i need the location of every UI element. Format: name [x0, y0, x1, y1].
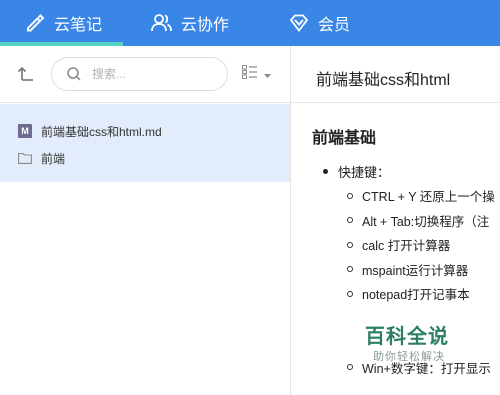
watermark-title: 百科全说 — [365, 326, 449, 348]
list-marker — [347, 266, 353, 272]
search-icon — [66, 66, 82, 82]
tab-collaborate[interactable]: 云协作 — [151, 0, 229, 46]
divider — [292, 102, 500, 103]
tab-notes[interactable]: 云笔记 — [24, 0, 102, 46]
back-up-icon[interactable] — [16, 64, 36, 84]
file-folder-row: 前端 — [18, 149, 290, 167]
list-item: calc 打开计算器 — [347, 236, 500, 254]
tab-collaborate-label: 云协作 — [181, 17, 230, 34]
bullet-item: 快捷键： — [312, 162, 500, 180]
folder-icon — [18, 152, 32, 164]
list-marker — [347, 241, 353, 248]
list-item: mspaint运行计算器 — [347, 260, 500, 278]
sidebar-toolbar — [0, 46, 290, 103]
tab-membership[interactable]: 会员 — [288, 0, 350, 46]
file-list: M 前端基础css和html.md 前端 — [0, 104, 290, 182]
search-input[interactable] — [92, 67, 212, 81]
diamond-icon — [288, 12, 310, 34]
file-name-row: M 前端基础css和html.md — [18, 122, 290, 140]
list-marker — [347, 192, 353, 199]
list-marker — [347, 340, 353, 346]
list-marker — [347, 217, 353, 223]
notes-sidebar: M 前端基础css和html.md 前端 — [0, 46, 291, 395]
list-item-text: mspaint运行计算器 — [362, 263, 469, 278]
list-marker — [347, 290, 353, 297]
chevron-down-icon — [264, 66, 271, 84]
list-marker — [347, 364, 353, 370]
markdown-icon: M — [18, 124, 32, 138]
document-title[interactable]: 前端基础css和html — [316, 66, 450, 90]
bullet-text: 快捷键： — [338, 164, 391, 180]
list-marker — [347, 315, 353, 321]
list-item[interactable]: M 前端基础css和html.md 前端 — [0, 104, 290, 182]
pencil-icon — [24, 12, 46, 34]
list-item-text: Alt + Tab:切换程序（注 — [362, 214, 490, 229]
search-box[interactable] — [51, 57, 228, 91]
top-nav-bar: 云笔记 云协作 会员 — [0, 0, 500, 46]
bullet-dot — [323, 168, 328, 174]
users-icon — [151, 12, 173, 34]
content-heading: 前端基础 — [312, 130, 377, 147]
view-mode-button[interactable] — [242, 65, 271, 84]
file-name: 前端基础css和html.md — [41, 124, 162, 139]
watermark-subtitle: 助你轻松解决 — [373, 351, 445, 363]
list-item: notepad打开记事本 — [347, 285, 500, 303]
list-item-text: calc 打开计算器 — [362, 239, 451, 253]
list-item: CTRL + Y 还原上一个操 — [347, 187, 500, 205]
tab-notes-label: 云笔记 — [54, 17, 103, 34]
file-folder-name: 前端 — [41, 151, 66, 166]
list-item-text: notepad打开记事本 — [362, 288, 470, 302]
tab-membership-label: 会员 — [318, 17, 351, 34]
list-item: Alt + Tab:切换程序（注 — [347, 211, 500, 229]
watermark: 百科全说 助你轻松解决 — [363, 318, 463, 368]
list-item-text: CTRL + Y 还原上一个操 — [362, 190, 495, 204]
list-view-icon — [242, 65, 258, 84]
